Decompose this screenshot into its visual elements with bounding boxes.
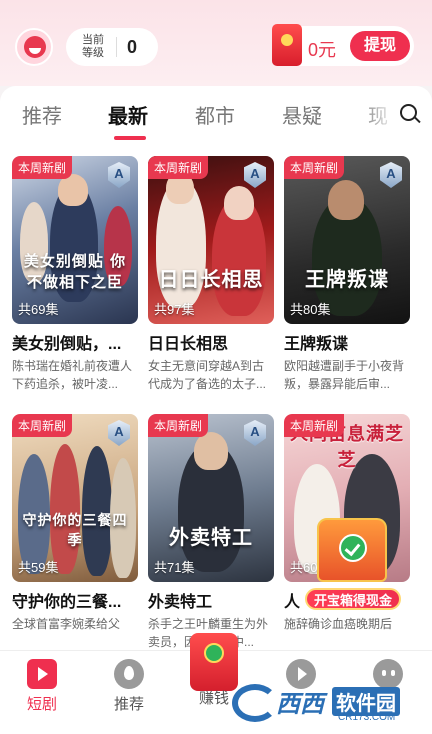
tab-recommend[interactable]: 推荐 xyxy=(22,100,62,129)
drama-description: 欧阳越遭副手于小夜背叛，暴露异能后审... xyxy=(284,359,405,391)
drama-poster: 日日长相思 本周新剧 A 共97集 xyxy=(148,156,274,324)
tab-urban[interactable]: 都市 xyxy=(195,100,235,129)
drama-description: 施辞确诊血癌晚期后 xyxy=(284,617,393,631)
new-badge: 本周新剧 xyxy=(148,414,209,437)
poster-title: 日日长相思 xyxy=(158,267,264,291)
drama-title: 守护你的三餐... xyxy=(12,594,122,611)
nav-label: 短剧 xyxy=(26,696,57,713)
top-header: 当前等级 0 0元 提现 xyxy=(0,0,432,86)
rating-badge-icon: A xyxy=(108,420,130,446)
drama-title: 外卖特工 xyxy=(148,594,213,611)
drama-description: 女主无意间穿越A到古代成为了备选的太子... xyxy=(148,359,267,391)
watermark-icon xyxy=(232,684,278,722)
level-indicator[interactable]: 当前等级 0 xyxy=(66,28,158,66)
watermark-name: 西西 xyxy=(276,691,324,718)
level-label: 当前等级 xyxy=(82,34,104,59)
watermark-url: CR173.COM xyxy=(338,712,396,723)
nav-recommend[interactable]: 推荐 xyxy=(99,659,159,714)
new-badge: 本周新剧 xyxy=(12,156,73,179)
fire-icon xyxy=(114,659,144,689)
withdraw-button[interactable]: 提现 xyxy=(350,31,410,61)
tv-icon xyxy=(27,659,57,689)
drama-card[interactable]: 日日长相思 本周新剧 A 共97集 日日长相思 女主无意间穿越A到古代成为了备选… xyxy=(148,156,274,393)
avatar-face-icon xyxy=(24,36,46,58)
tab-suspense[interactable]: 悬疑 xyxy=(282,100,322,129)
drama-title: 王牌叛谍 xyxy=(284,336,349,353)
category-tabs: 推荐 最新 都市 悬疑 现 xyxy=(0,86,432,142)
red-packet-icon xyxy=(272,24,302,66)
coin-icon xyxy=(339,534,367,562)
balance-amount: 0元 xyxy=(308,40,337,60)
drama-description: 陈书瑞在婚礼前夜遭人下药追杀，被叶凌... xyxy=(12,359,133,391)
drama-card[interactable]: 王牌叛谍 本周新剧 A 共80集 王牌叛谍 欧阳越遭副手于小夜背叛，暴露异能后审… xyxy=(284,156,410,393)
active-tab-indicator xyxy=(114,136,146,140)
poster-title: 守护你的三餐四季 xyxy=(22,513,128,549)
drama-poster: 外卖特工 本周新剧 A 共71集 xyxy=(148,414,274,582)
rating-badge-icon: A xyxy=(108,162,130,188)
drama-card[interactable]: 守护你的三餐四季 本周新剧 A 共59集 守护你的三餐... 全球首富李婉柔给父 xyxy=(12,414,138,650)
drama-title: 美女别倒贴，... xyxy=(12,336,122,353)
drama-title: 日日长相思 xyxy=(148,336,229,353)
rating-badge-icon: A xyxy=(244,420,266,446)
new-badge: 本周新剧 xyxy=(12,414,73,437)
watermark-logo: 西西 软件园 CR173.COM xyxy=(232,680,414,724)
nav-short-drama[interactable]: 短剧 xyxy=(12,659,72,714)
divider xyxy=(116,37,117,57)
episode-count: 共59集 xyxy=(18,560,59,575)
poster-title: 王牌叛谍 xyxy=(305,267,389,291)
episode-count: 共97集 xyxy=(154,302,195,317)
poster-title: 美女别倒贴 你不做相下之臣 xyxy=(23,252,127,291)
search-icon[interactable] xyxy=(398,102,422,126)
tab-latest[interactable]: 最新 xyxy=(108,100,148,129)
drama-card[interactable]: 美女别倒贴 你不做相下之臣 本周新剧 A 共69集 美女别倒贴，... 陈书瑞在… xyxy=(12,156,138,393)
drama-description: 全球首富李婉柔给父 xyxy=(12,617,121,631)
treasure-cta: 开宝箱得现金 xyxy=(305,588,401,610)
avatar[interactable] xyxy=(15,28,53,66)
new-badge: 本周新剧 xyxy=(148,156,209,179)
episode-count: 共71集 xyxy=(154,560,195,575)
poster-title: 外卖特工 xyxy=(169,525,253,549)
drama-poster: 美女别倒贴 你不做相下之臣 本周新剧 A 共69集 xyxy=(12,156,138,324)
rating-badge-icon: A xyxy=(380,162,402,188)
rating-badge-icon: A xyxy=(244,162,266,188)
drama-poster: 守护你的三餐四季 本周新剧 A 共59集 xyxy=(12,414,138,582)
wallet-pill[interactable]: 0元 提现 xyxy=(272,24,414,66)
episode-count: 共80集 xyxy=(290,302,331,317)
drama-card[interactable]: 外卖特工 本周新剧 A 共71集 外卖特工 杀手之王叶麟重生为外卖员，因救洋芸中… xyxy=(148,414,274,650)
nav-label: 推荐 xyxy=(113,696,144,713)
new-badge: 本周新剧 xyxy=(284,414,345,437)
episode-count: 共69集 xyxy=(18,302,59,317)
level-value: 0 xyxy=(127,36,138,57)
new-badge: 本周新剧 xyxy=(284,156,345,179)
treasure-box-button[interactable]: 开宝箱得现金 xyxy=(305,512,401,612)
drama-poster: 王牌叛谍 本周新剧 A 共80集 xyxy=(284,156,410,324)
